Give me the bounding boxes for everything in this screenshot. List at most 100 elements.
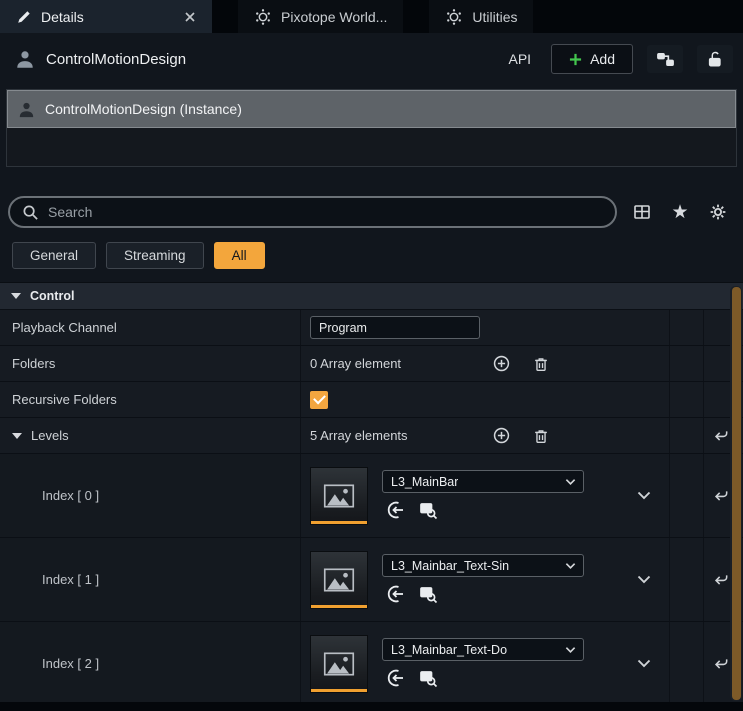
search-icon	[22, 204, 39, 221]
blueprint-graph-button[interactable]	[647, 45, 683, 73]
lock-open-icon	[706, 50, 724, 68]
use-selected-asset-button[interactable]	[384, 667, 406, 689]
index-0-label: Index [ 0 ]	[0, 454, 300, 537]
level-thumbnail[interactable]	[310, 635, 368, 693]
filter-all[interactable]: All	[214, 242, 265, 269]
instance-row-selected[interactable]: ControlMotionDesign (Instance)	[7, 90, 736, 128]
add-button-label: Add	[590, 51, 615, 67]
browse-to-asset-button[interactable]	[417, 499, 439, 521]
index-1-expand-button[interactable]	[637, 575, 651, 584]
levels-clear-button[interactable]	[530, 425, 552, 447]
level-thumbnail[interactable]	[310, 551, 368, 609]
tab-details[interactable]: Details	[0, 0, 212, 33]
browse-to-asset-button[interactable]	[417, 583, 439, 605]
levels-reset-button[interactable]	[710, 425, 732, 447]
use-selected-asset-button[interactable]	[384, 499, 406, 521]
index-0-reset-button[interactable]	[710, 485, 732, 507]
row-levels: Levels 5 Array elements	[0, 418, 743, 454]
mountain-image-icon	[320, 645, 358, 683]
details-panel: Details Pixotope World... Utilities Cont…	[0, 0, 743, 711]
index-2-label: Index [ 2 ]	[0, 622, 300, 705]
instance-list: ControlMotionDesign (Instance)	[6, 89, 737, 167]
chevron-down-icon	[637, 659, 651, 668]
plus-circle-icon	[492, 354, 511, 373]
search-input[interactable]	[48, 204, 603, 220]
browse-magnifier-icon	[418, 500, 438, 520]
chevron-down-icon	[565, 562, 576, 570]
row-playback-channel: Playback Channel	[0, 310, 743, 346]
add-button[interactable]: Add	[551, 44, 633, 74]
chevron-down-icon	[565, 646, 576, 654]
search-row: ★	[0, 195, 743, 229]
property-grid: Control Playback Channel Folders 0 Array…	[0, 282, 743, 706]
index-2-expand-button[interactable]	[637, 659, 651, 668]
chevron-down-icon	[637, 491, 651, 500]
reset-arrow-icon	[712, 487, 730, 505]
browse-magnifier-icon	[418, 584, 438, 604]
recursive-folders-value	[300, 382, 669, 417]
close-tab-icon[interactable]	[184, 11, 196, 23]
level-select-value: L3_Mainbar_Text-Sin	[391, 559, 509, 573]
scrollbar-thumb[interactable]	[732, 287, 741, 700]
api-button[interactable]: API	[499, 47, 542, 71]
mountain-image-icon	[320, 561, 358, 599]
row-index-1: Index [ 1 ] L3_Mainbar_Text-Sin	[0, 538, 743, 622]
trash-icon	[532, 355, 550, 373]
index-1-reset-button[interactable]	[710, 569, 732, 591]
level-select-dropdown[interactable]: L3_Mainbar_Text-Do	[382, 638, 584, 661]
row-recursive-folders: Recursive Folders	[0, 382, 743, 418]
level-select-dropdown[interactable]: L3_Mainbar_Text-Sin	[382, 554, 584, 577]
levels-add-element-button[interactable]	[490, 425, 512, 447]
trash-icon	[532, 427, 550, 445]
levels-label-cell[interactable]: Levels	[0, 428, 300, 443]
gear-swirl-icon	[445, 8, 463, 26]
levels-value: 5 Array elements	[300, 418, 669, 453]
filter-general[interactable]: General	[12, 242, 96, 269]
category-control-label: Control	[30, 289, 74, 303]
tab-details-label: Details	[41, 9, 84, 25]
level-thumbnail[interactable]	[310, 467, 368, 525]
tab-utilities[interactable]: Utilities	[429, 0, 533, 33]
category-control[interactable]: Control	[0, 283, 743, 310]
actor-person-icon	[17, 100, 36, 119]
playback-channel-input[interactable]	[310, 316, 480, 339]
reset-arrow-icon	[712, 427, 730, 445]
folders-value: 0 Array element	[300, 346, 669, 381]
pencil-icon	[16, 9, 32, 25]
filter-streaming[interactable]: Streaming	[106, 242, 204, 269]
lock-button[interactable]	[697, 45, 733, 73]
filter-row: General Streaming All	[0, 242, 743, 270]
tab-pixotope-world[interactable]: Pixotope World...	[238, 0, 403, 33]
node-graph-icon	[656, 50, 675, 69]
chevron-down-icon	[565, 478, 576, 486]
view-options-button[interactable]	[629, 199, 655, 225]
reset-arrow-icon	[712, 571, 730, 589]
playback-channel-label: Playback Channel	[0, 320, 300, 335]
folders-label: Folders	[0, 356, 300, 371]
chevron-down-icon	[637, 575, 651, 584]
use-selected-asset-button[interactable]	[384, 583, 406, 605]
levels-count: 5 Array elements	[310, 428, 472, 443]
index-2-value: L3_Mainbar_Text-Do	[300, 622, 669, 705]
favorites-button[interactable]: ★	[667, 199, 693, 225]
folders-clear-button[interactable]	[530, 353, 552, 375]
index-0-expand-button[interactable]	[637, 491, 651, 500]
search-box[interactable]	[8, 196, 617, 228]
level-select-value: L3_MainBar	[391, 475, 458, 489]
arrow-left-circle-icon	[385, 500, 405, 520]
level-select-value: L3_Mainbar_Text-Do	[391, 643, 507, 657]
recursive-folders-checkbox[interactable]	[310, 391, 328, 409]
browse-to-asset-button[interactable]	[417, 667, 439, 689]
scrollbar-track[interactable]	[730, 286, 742, 701]
panel-header: ControlMotionDesign API Add	[0, 33, 743, 85]
plus-circle-icon	[492, 426, 511, 445]
tab-pixotope-world-label: Pixotope World...	[281, 9, 387, 25]
page-title: ControlMotionDesign	[46, 51, 186, 68]
settings-button[interactable]	[705, 199, 731, 225]
level-select-dropdown[interactable]: L3_MainBar	[382, 470, 584, 493]
tab-bar: Details Pixotope World... Utilities	[0, 0, 743, 33]
triangle-down-icon	[11, 292, 21, 300]
row-folders: Folders 0 Array element	[0, 346, 743, 382]
folders-add-element-button[interactable]	[490, 353, 512, 375]
index-2-reset-button[interactable]	[710, 653, 732, 675]
